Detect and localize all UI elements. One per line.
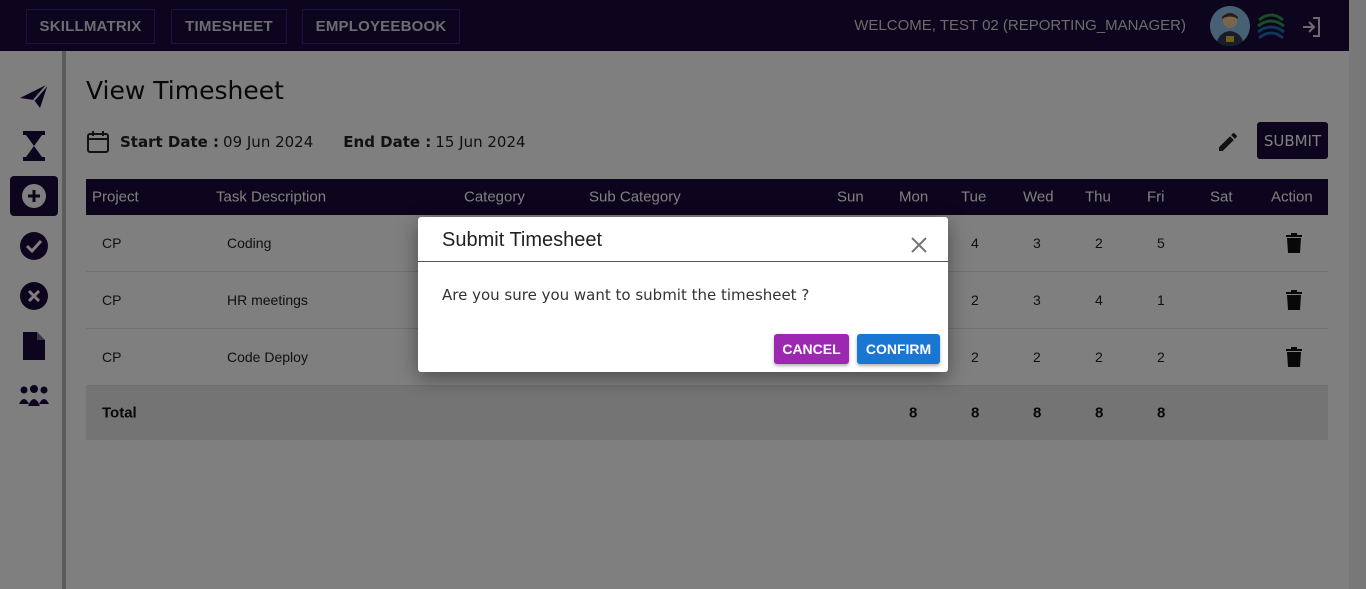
submit-timesheet-dialog: Submit Timesheet Are you sure you want t…: [418, 217, 948, 372]
dialog-divider: [418, 261, 948, 262]
dialog-message: Are you sure you want to submit the time…: [442, 286, 810, 304]
close-icon[interactable]: [910, 236, 928, 254]
cancel-button[interactable]: CANCEL: [774, 334, 849, 364]
dialog-title: Submit Timesheet: [442, 229, 603, 251]
confirm-button[interactable]: CONFIRM: [857, 334, 940, 364]
